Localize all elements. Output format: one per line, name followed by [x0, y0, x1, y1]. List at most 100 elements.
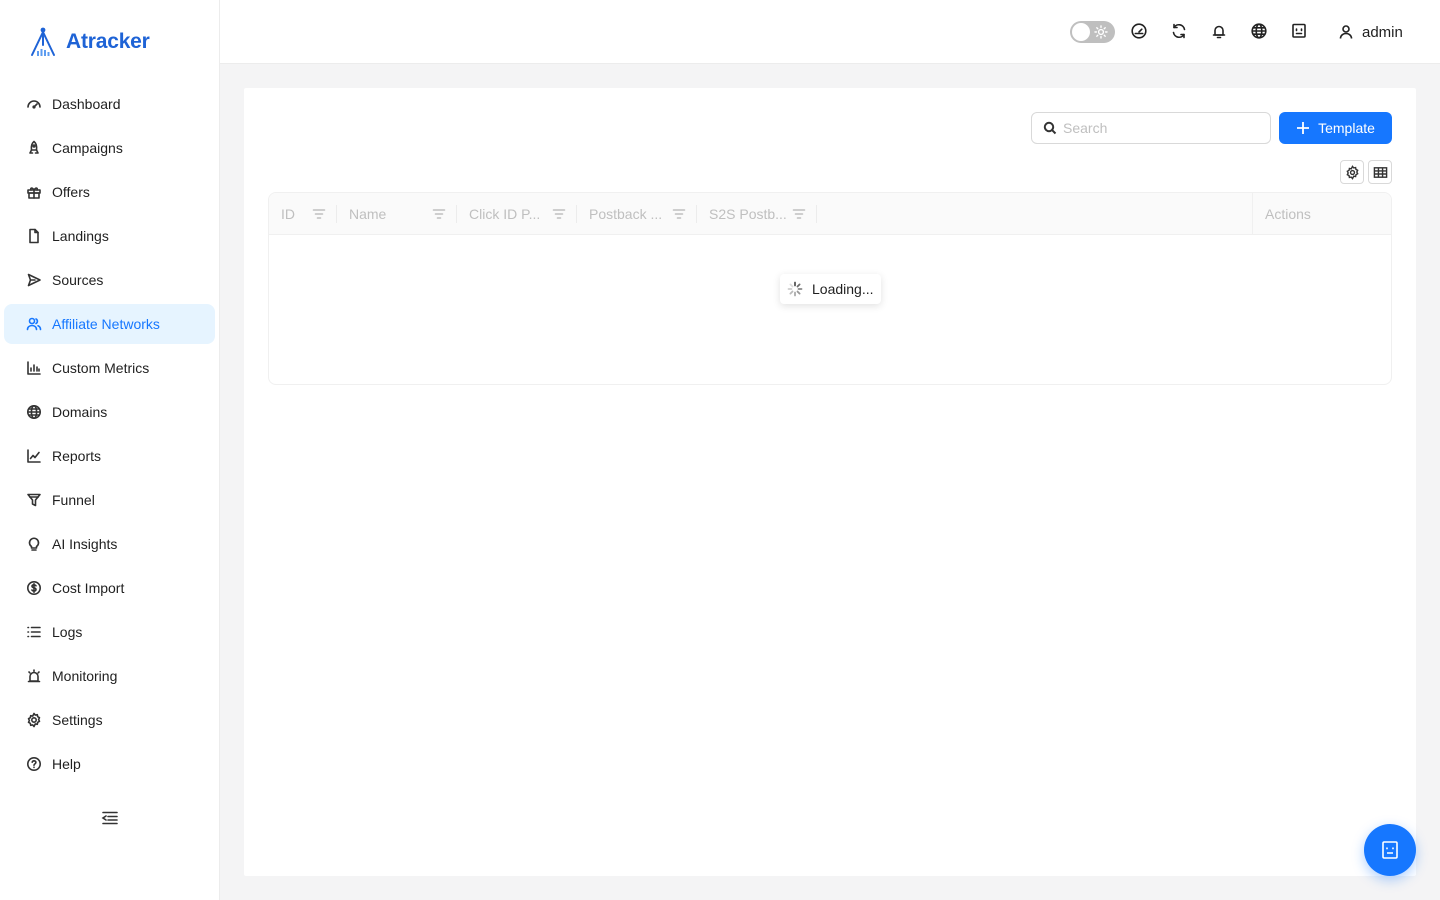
column-label: Name: [349, 206, 387, 222]
spinner-icon: [787, 281, 803, 297]
sidebar-item-label: Dashboard: [52, 96, 121, 112]
column-header-postback[interactable]: Postback ...: [577, 193, 697, 235]
sidebar-item-dashboard[interactable]: Dashboard: [4, 84, 215, 124]
assistant-fab-button[interactable]: [1364, 824, 1416, 876]
column-header-actions: Actions: [1252, 193, 1391, 235]
robot-icon: [1292, 23, 1306, 38]
dollar-icon: [27, 581, 41, 595]
sidebar-item-custom-metrics[interactable]: Custom Metrics: [4, 348, 215, 388]
sidebar-item-label: Cost Import: [52, 580, 125, 596]
globe-icon: [27, 405, 41, 419]
sidebar-item-sources[interactable]: Sources: [4, 260, 215, 300]
sun-icon: [1094, 25, 1108, 39]
help-icon: [27, 757, 41, 771]
column-label: Actions: [1265, 206, 1311, 222]
sidebar: Atracker Dashboard Campaigns Offers Land…: [0, 0, 220, 900]
column-header-s2s-postback[interactable]: S2S Postb...: [697, 193, 817, 235]
header-dashboard-button[interactable]: [1130, 22, 1148, 40]
theme-toggle[interactable]: [1070, 21, 1115, 43]
sidebar-item-label: Logs: [52, 624, 83, 640]
column-label: S2S Postb...: [709, 206, 787, 222]
sidebar-item-campaigns[interactable]: Campaigns: [4, 128, 215, 168]
plus-icon: [1297, 122, 1310, 134]
sidebar-item-funnel[interactable]: Funnel: [4, 480, 215, 520]
sidebar-item-label: Offers: [52, 184, 90, 200]
column-label: Click ID P...: [469, 206, 541, 222]
bulb-icon: [28, 537, 40, 551]
dashboard-icon: [27, 100, 41, 109]
refresh-icon: [1172, 23, 1186, 39]
send-icon: [27, 273, 41, 287]
sidebar-item-domains[interactable]: Domains: [4, 392, 215, 432]
rocket-icon: [29, 140, 39, 154]
sidebar-item-affiliate-networks[interactable]: Affiliate Networks: [4, 304, 215, 344]
header-language-button[interactable]: [1250, 22, 1268, 40]
header-assistant-button[interactable]: [1290, 22, 1308, 40]
sidebar-item-monitoring[interactable]: Monitoring: [4, 656, 215, 696]
user-menu[interactable]: admin: [1338, 22, 1403, 42]
search-input[interactable]: [1063, 120, 1263, 136]
sidebar-item-cost-import[interactable]: Cost Import: [4, 568, 215, 608]
sidebar-item-landings[interactable]: Landings: [4, 216, 215, 256]
filter-icon[interactable]: [552, 207, 566, 221]
sidebar-item-reports[interactable]: Reports: [4, 436, 215, 476]
sidebar-item-offers[interactable]: Offers: [4, 172, 215, 212]
sidebar-item-label: Help: [52, 756, 81, 772]
table-header: ID Name Click ID P... Postback ... S2S P: [269, 193, 1391, 235]
filter-icon[interactable]: [672, 207, 686, 221]
header-notifications-button[interactable]: [1210, 22, 1228, 40]
table-density-button[interactable]: [1368, 160, 1392, 184]
sidebar-item-label: Settings: [52, 712, 103, 728]
gear-icon: [27, 712, 41, 728]
alarm-icon: [27, 669, 41, 683]
sidebar-item-label: Landings: [52, 228, 109, 244]
top-header: admin: [220, 0, 1440, 64]
sidebar-item-help[interactable]: Help: [4, 744, 215, 784]
bar-chart-icon: [27, 361, 41, 375]
file-icon: [29, 228, 39, 244]
sidebar-item-label: Affiliate Networks: [52, 316, 160, 332]
sidebar-item-label: Reports: [52, 448, 102, 464]
sidebar-nav: Dashboard Campaigns Offers Landings Sour…: [4, 84, 215, 788]
app-logo[interactable]: Atracker: [26, 24, 150, 60]
sidebar-item-label: Campaigns: [52, 140, 123, 156]
column-label: Postback ...: [589, 206, 663, 222]
search-icon: [1043, 121, 1057, 135]
column-header-id[interactable]: ID: [269, 193, 337, 235]
robot-icon: [1382, 841, 1398, 859]
sidebar-item-label: Sources: [52, 272, 104, 288]
column-header-name[interactable]: Name: [337, 193, 457, 235]
user-icon: [1339, 25, 1353, 39]
sidebar-collapse-button[interactable]: [100, 808, 120, 828]
sidebar-item-settings[interactable]: Settings: [4, 700, 215, 740]
loading-indicator: Loading...: [780, 274, 881, 304]
filter-icon[interactable]: [792, 207, 806, 221]
dashboard-icon: [1131, 23, 1147, 39]
search-box[interactable]: [1031, 112, 1271, 144]
filter-icon[interactable]: [312, 207, 326, 221]
gift-icon: [27, 187, 41, 199]
column-divider: [816, 205, 817, 223]
users-icon: [26, 317, 42, 331]
globe-icon: [1251, 23, 1267, 39]
gear-icon: [1345, 164, 1359, 180]
atracker-logo-icon: [31, 27, 55, 56]
sidebar-item-label: Custom Metrics: [52, 360, 150, 376]
sidebar-item-label: AI Insights: [52, 536, 118, 552]
add-template-button[interactable]: Template: [1279, 112, 1392, 144]
filter-icon[interactable]: [432, 207, 446, 221]
main-card: Template ID Name Click ID P...: [244, 88, 1416, 876]
list-icon: [27, 626, 41, 638]
sidebar-item-ai-insights[interactable]: AI Insights: [4, 524, 215, 564]
sidebar-item-label: Funnel: [52, 492, 95, 508]
line-chart-icon: [27, 449, 41, 463]
bell-icon: [1212, 25, 1226, 39]
affiliate-networks-table: ID Name Click ID P... Postback ... S2S P: [268, 192, 1392, 385]
column-header-click-id-param[interactable]: Click ID P...: [457, 193, 577, 235]
menu-fold-icon: [101, 811, 118, 825]
sidebar-item-logs[interactable]: Logs: [4, 612, 215, 652]
table-settings-button[interactable]: [1340, 160, 1364, 184]
header-refresh-button[interactable]: [1170, 22, 1188, 40]
app-name: Atracker: [66, 30, 150, 53]
sidebar-item-label: Domains: [52, 404, 108, 420]
